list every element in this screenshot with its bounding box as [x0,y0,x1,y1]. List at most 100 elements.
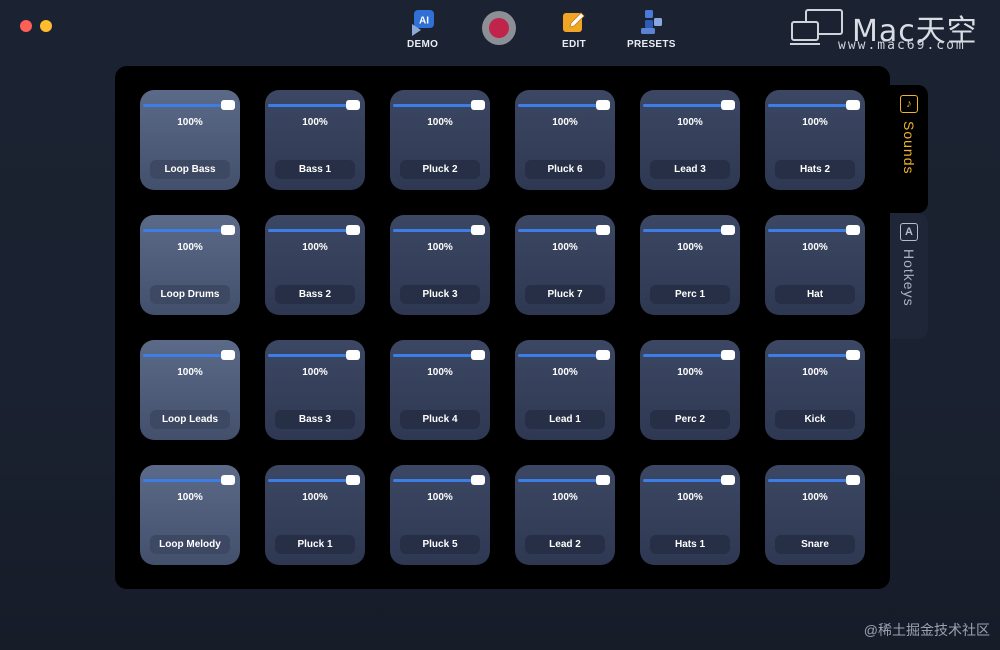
volume-slider-track [643,104,729,107]
volume-slider-knob[interactable] [221,350,235,360]
volume-slider-knob[interactable] [221,225,235,235]
volume-slider[interactable] [143,225,237,235]
sound-pad[interactable]: 100% Lead 3 [640,90,740,190]
sound-pad[interactable]: 100% Hat [765,215,865,315]
volume-slider-knob[interactable] [721,350,735,360]
volume-slider-knob[interactable] [721,225,735,235]
volume-slider-track [643,354,729,357]
volume-slider[interactable] [518,225,612,235]
volume-slider[interactable] [768,225,862,235]
record-icon [489,18,509,38]
volume-percent: 100% [552,242,578,253]
minimize-button[interactable] [40,20,52,32]
volume-slider-track [268,229,354,232]
sound-pad[interactable]: 100% Perc 2 [640,340,740,440]
volume-percent: 100% [802,242,828,253]
volume-slider[interactable] [643,225,737,235]
volume-slider[interactable] [643,475,737,485]
volume-slider[interactable] [518,350,612,360]
sound-pad[interactable]: 100% Loop Melody [140,465,240,565]
close-button[interactable] [20,20,32,32]
volume-percent: 100% [677,117,703,128]
sound-pad[interactable]: 100% Pluck 6 [515,90,615,190]
sound-pad[interactable]: 100% Loop Bass [140,90,240,190]
sound-pad[interactable]: 100% Lead 1 [515,340,615,440]
sound-pad[interactable]: 100% Loop Drums [140,215,240,315]
sound-pad[interactable]: 100% Pluck 2 [390,90,490,190]
sound-pad[interactable]: 100% Hats 1 [640,465,740,565]
volume-slider-knob[interactable] [596,475,610,485]
volume-slider-knob[interactable] [471,225,485,235]
volume-slider-knob[interactable] [221,100,235,110]
volume-slider-knob[interactable] [596,225,610,235]
demo-label: DEMO [407,39,439,50]
volume-slider-knob[interactable] [221,475,235,485]
volume-percent: 100% [302,242,328,253]
volume-slider[interactable] [393,100,487,110]
record-button[interactable] [482,11,516,45]
volume-slider[interactable] [268,350,362,360]
pad-label: Pluck 1 [275,535,355,554]
volume-slider-knob[interactable] [846,225,860,235]
volume-percent: 100% [802,492,828,503]
volume-percent: 100% [552,117,578,128]
sound-pad[interactable]: 100% Loop Leads [140,340,240,440]
sound-pad[interactable]: 100% Perc 1 [640,215,740,315]
volume-slider[interactable] [518,100,612,110]
volume-slider-knob[interactable] [471,350,485,360]
sound-pad[interactable]: 100% Pluck 3 [390,215,490,315]
volume-slider-knob[interactable] [721,475,735,485]
volume-slider-track [268,354,354,357]
volume-slider[interactable] [143,475,237,485]
volume-slider[interactable] [768,475,862,485]
volume-slider-knob[interactable] [721,100,735,110]
sound-pad[interactable]: 100% Bass 1 [265,90,365,190]
sound-pad[interactable]: 100% Kick [765,340,865,440]
volume-slider-knob[interactable] [346,225,360,235]
tab-sounds[interactable]: ♪ Sounds [890,85,928,213]
volume-slider[interactable] [268,100,362,110]
volume-slider-knob[interactable] [596,350,610,360]
volume-slider[interactable] [643,100,737,110]
pad-label: Pluck 6 [525,160,605,179]
volume-slider[interactable] [143,100,237,110]
volume-slider[interactable] [393,225,487,235]
volume-slider-knob[interactable] [846,350,860,360]
edit-button[interactable]: EDIT [560,8,588,50]
volume-slider-knob[interactable] [471,100,485,110]
pad-label: Loop Drums [150,285,230,304]
pad-label: Pluck 2 [400,160,480,179]
demo-button[interactable]: AI DEMO [407,8,438,50]
sound-pad[interactable]: 100% Bass 3 [265,340,365,440]
volume-slider-track [143,104,229,107]
sound-pad[interactable]: 100% Pluck 4 [390,340,490,440]
volume-slider-knob[interactable] [346,475,360,485]
sound-pad[interactable]: 100% Lead 2 [515,465,615,565]
volume-slider[interactable] [268,475,362,485]
volume-slider-knob[interactable] [596,100,610,110]
volume-percent: 100% [802,117,828,128]
volume-slider-knob[interactable] [846,100,860,110]
volume-slider[interactable] [143,350,237,360]
volume-slider[interactable] [268,225,362,235]
volume-slider[interactable] [643,350,737,360]
sound-pad[interactable]: 100% Pluck 1 [265,465,365,565]
volume-percent: 100% [177,492,203,503]
volume-slider[interactable] [393,350,487,360]
volume-slider[interactable] [768,100,862,110]
volume-slider-knob[interactable] [346,100,360,110]
sound-pad[interactable]: 100% Pluck 5 [390,465,490,565]
sound-pad[interactable]: 100% Pluck 7 [515,215,615,315]
presets-button[interactable]: PRESETS [627,8,676,50]
volume-slider[interactable] [518,475,612,485]
sound-pad[interactable]: 100% Snare [765,465,865,565]
volume-slider-knob[interactable] [471,475,485,485]
volume-slider-knob[interactable] [846,475,860,485]
volume-percent: 100% [552,492,578,503]
tab-hotkeys[interactable]: A Hotkeys [890,213,928,339]
volume-slider[interactable] [768,350,862,360]
volume-slider[interactable] [393,475,487,485]
sound-pad[interactable]: 100% Hats 2 [765,90,865,190]
volume-slider-knob[interactable] [346,350,360,360]
sound-pad[interactable]: 100% Bass 2 [265,215,365,315]
